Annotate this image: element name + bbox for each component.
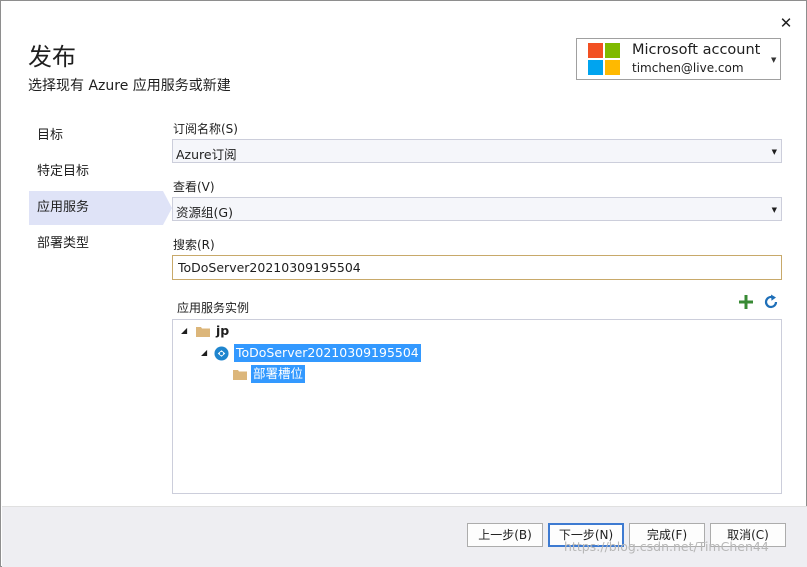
- folder-icon: [196, 327, 210, 337]
- nav-item-deploy-type[interactable]: 部署类型: [29, 227, 163, 261]
- nav-item-specific-target[interactable]: 特定目标: [29, 155, 163, 189]
- tree-item-slot[interactable]: 部署槽位: [231, 364, 431, 384]
- expander-icon[interactable]: ◢: [201, 343, 207, 363]
- page-title: 发布: [28, 43, 76, 71]
- add-icon[interactable]: [738, 294, 754, 310]
- watermark: https://blog.csdn.net/TimChen44: [564, 539, 769, 554]
- dialog-footer: 上一步(B) 下一步(N) 完成(F) 取消(C): [2, 506, 807, 567]
- instances-label: 应用服务实例: [177, 301, 250, 315]
- chevron-down-icon: ▼: [771, 148, 777, 156]
- app-service-icon: [214, 346, 229, 361]
- search-box[interactable]: [172, 255, 782, 280]
- nav-active-pointer: [163, 191, 172, 225]
- expander-icon[interactable]: ◢: [181, 321, 187, 341]
- account-picker[interactable]: Microsoft account timchen@live.com ▼: [576, 38, 781, 80]
- tree-item-label: ToDoServer20210309195504: [234, 344, 421, 362]
- account-email: timchen@live.com: [632, 61, 744, 75]
- nav-item-app-service[interactable]: 应用服务: [29, 191, 163, 225]
- tree-item-group[interactable]: ◢ jp: [179, 321, 479, 341]
- subscription-dropdown[interactable]: Azure订阅 ▼: [172, 139, 782, 163]
- view-dropdown[interactable]: 资源组(G) ▼: [172, 197, 782, 221]
- search-input[interactable]: [173, 256, 781, 279]
- folder-icon: [233, 370, 247, 380]
- refresh-icon[interactable]: [763, 294, 779, 310]
- close-button[interactable]: ✕: [776, 13, 796, 33]
- chevron-down-icon: ▼: [771, 56, 777, 64]
- view-label: 查看(V): [173, 180, 215, 194]
- back-button[interactable]: 上一步(B): [467, 523, 543, 547]
- tree-item-app[interactable]: ◢ ToDoServer20210309195504: [199, 343, 499, 363]
- account-name: Microsoft account: [632, 42, 761, 58]
- publish-dialog: ✕ 发布 选择现有 Azure 应用服务或新建 Microsoft accoun…: [0, 0, 807, 567]
- view-value: 资源组(G): [176, 205, 233, 220]
- page-subtitle: 选择现有 Azure 应用服务或新建: [28, 78, 231, 94]
- search-label: 搜索(R): [173, 238, 215, 252]
- subscription-label: 订阅名称(S): [173, 122, 238, 136]
- nav-item-target[interactable]: 目标: [29, 119, 163, 153]
- tree-item-label: jp: [216, 323, 230, 338]
- microsoft-logo-icon: [588, 43, 621, 76]
- tree-item-label: 部署槽位: [251, 365, 306, 383]
- chevron-down-icon: ▼: [771, 206, 777, 214]
- subscription-value: Azure订阅: [176, 147, 237, 162]
- app-service-tree[interactable]: ◢ jp ◢ ToDoServer20210309195504 部署槽位: [172, 319, 782, 494]
